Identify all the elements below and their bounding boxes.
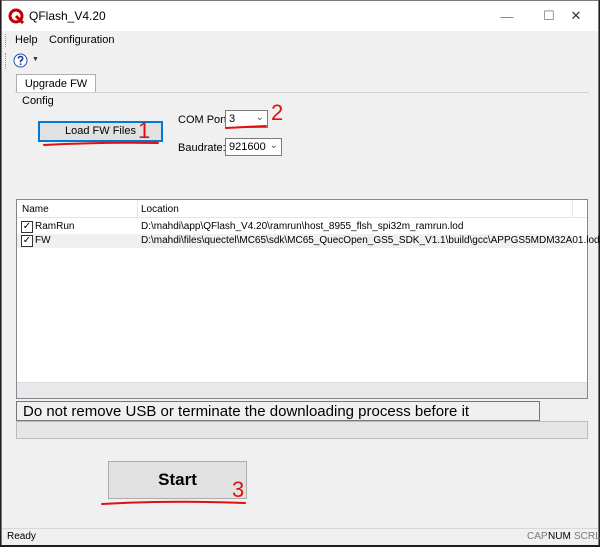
com-port-value: 3 [229,113,236,125]
horizontal-scrollbar[interactable] [17,382,587,398]
toolbar: ▼ [2,50,42,72]
help-question-icon[interactable] [13,53,28,68]
minimize-icon: — [500,8,514,24]
menu-bar: Help Configuration [2,31,598,50]
menu-configuration[interactable]: Configuration [49,34,114,46]
column-divider[interactable] [572,200,573,218]
column-divider[interactable] [137,200,138,218]
list-header: Name Location [17,200,587,218]
row-location: D:\mahdi\app\QFlash_V4.20\ramrun\host_89… [141,221,464,232]
close-button[interactable]: ✕ [553,1,599,31]
column-header-location[interactable]: Location [141,204,179,215]
toolbar-grip[interactable] [5,53,8,69]
tab-upgrade-fw[interactable]: Upgrade FW [16,74,96,93]
load-fw-files-button[interactable]: Load FW Files [38,121,163,142]
row-checkbox[interactable]: ✓ [21,221,33,233]
row-location: D:\mahdi\files\quectel\MC65\sdk\MC65_Que… [141,235,600,246]
toolbar-overflow-icon[interactable]: ▼ [32,56,39,63]
scroll-lock-indicator: SCRL [574,531,600,542]
start-button[interactable]: Start [108,461,247,499]
file-list[interactable]: Name Location ✓ RamRun D:\mahdi\app\QFla… [16,199,600,399]
com-port-label: COM Port: [178,114,230,126]
title-bar[interactable]: QFlash_V4.20 — ☐ ✕ [2,1,598,31]
warning-message: Do not remove USB or terminate the downl… [16,401,540,437]
chevron-down-icon: ⌄ [269,140,278,151]
row-checkbox[interactable]: ✓ [21,235,33,247]
row-name: RamRun [35,221,75,232]
window-title: QFlash_V4.20 [29,9,106,23]
close-icon: ✕ [570,8,582,23]
status-bar: Ready CAP NUM SCRL [2,528,600,545]
minimize-button[interactable]: — [484,1,530,31]
chevron-down-icon: ⌄ [255,112,264,123]
baudrate-value: 921600 [229,141,266,153]
config-group-label: Config [22,95,54,107]
com-port-select[interactable]: 3 ⌄ [225,110,268,128]
menu-grip[interactable] [5,34,8,47]
baudrate-select[interactable]: 921600 ⌄ [225,138,282,156]
column-header-name[interactable]: Name [22,204,49,215]
download-progress-bar [16,421,588,439]
menu-help[interactable]: Help [15,34,38,46]
num-lock-indicator: NUM [548,531,571,542]
table-row[interactable]: ✓ FW D:\mahdi\files\quectel\MC65\sdk\MC6… [17,234,600,248]
baudrate-label: Baudrate: [178,142,226,154]
app-window: QFlash_V4.20 — ☐ ✕ Help Configuration ▼ … [1,0,600,545]
status-text: Ready [7,531,36,542]
caps-lock-indicator: CAP [527,531,548,542]
qflash-logo-icon [8,8,24,24]
row-name: FW [35,235,51,246]
table-row[interactable]: ✓ RamRun D:\mahdi\app\QFlash_V4.20\ramru… [17,220,573,234]
